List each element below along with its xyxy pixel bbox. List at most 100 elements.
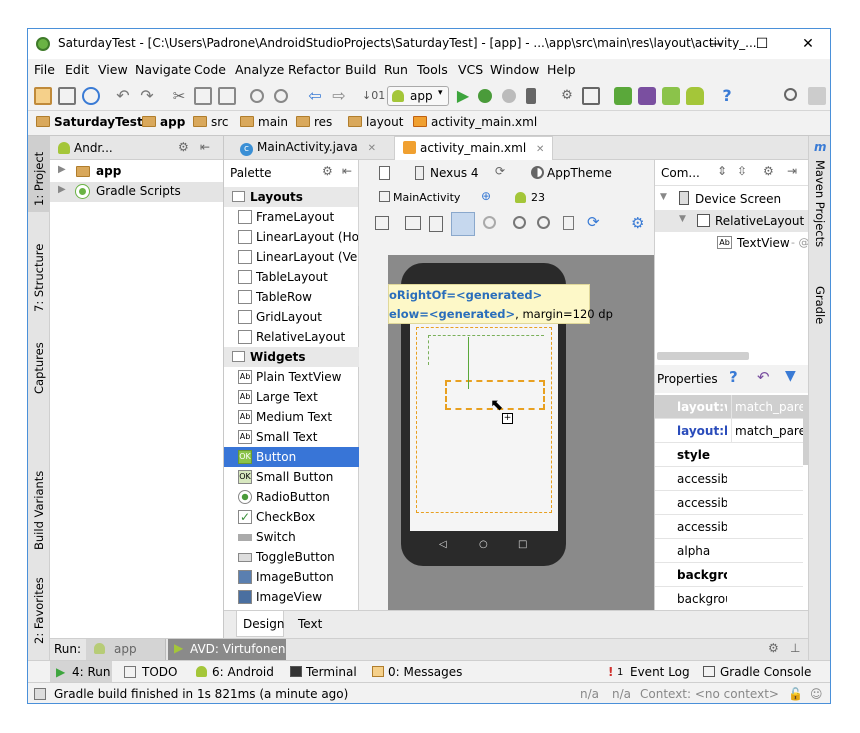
- palette-item-selected[interactable]: OK Button: [224, 447, 359, 467]
- palette-section-widgets[interactable]: Widgets: [224, 347, 359, 367]
- breadcrumb-layout[interactable]: layout: [348, 115, 403, 129]
- collapse-icon[interactable]: ⇤: [342, 164, 352, 178]
- run-tool-label[interactable]: 4: Run: [72, 665, 111, 679]
- gradle-console-label[interactable]: Gradle Console: [720, 665, 811, 679]
- component-tree-scrollbar[interactable]: [657, 352, 749, 360]
- property-row[interactable]: accessibil: [655, 491, 803, 515]
- hide-icon[interactable]: ⊥: [790, 641, 800, 655]
- sdk-manager-icon[interactable]: [582, 87, 600, 105]
- palette-item[interactable]: GridLayout: [224, 307, 359, 327]
- palette-item[interactable]: Switch: [224, 527, 359, 547]
- fill-width-icon[interactable]: [405, 216, 421, 230]
- settings-icon[interactable]: ⚙: [322, 164, 333, 178]
- expand-arrow-icon[interactable]: ▶: [58, 184, 66, 195]
- palette-item[interactable]: TableRow: [224, 287, 359, 307]
- menu-window[interactable]: Window: [490, 62, 539, 77]
- messages-label[interactable]: 0: Messages: [388, 665, 462, 679]
- palette-section-layouts[interactable]: Layouts: [224, 187, 359, 207]
- tool-window-captures-label[interactable]: Captures: [32, 342, 46, 394]
- expand-all-icon[interactable]: ⇕: [717, 164, 727, 178]
- palette-item[interactable]: Ab Small Text: [224, 427, 359, 447]
- menu-tools[interactable]: Tools: [417, 62, 448, 77]
- device-selector[interactable]: Nexus 4: [430, 166, 479, 180]
- palette-item[interactable]: ImageView: [224, 587, 359, 607]
- toggle-tool-windows-icon[interactable]: [34, 688, 46, 700]
- menu-file[interactable]: File: [34, 62, 55, 77]
- android-monitor-icon[interactable]: [686, 87, 704, 105]
- collapse-all-icon[interactable]: ⇳: [737, 164, 747, 178]
- close-button[interactable]: ✕: [785, 29, 830, 59]
- palette-item[interactable]: LinearLayout (Vertic: [224, 247, 359, 267]
- refresh-icon[interactable]: ⟳: [587, 213, 600, 231]
- locale-globe-icon[interactable]: ⊕: [481, 189, 491, 203]
- tool-window-build-variants-label[interactable]: Build Variants: [32, 471, 46, 550]
- open-folder-icon[interactable]: [34, 87, 52, 105]
- tab-mainactivity-java[interactable]: c MainActivity.java ✕: [232, 136, 384, 160]
- phone-screen[interactable]: ⬉ +: [410, 321, 558, 531]
- hide-icon[interactable]: ⇥: [787, 164, 797, 178]
- user-icon[interactable]: [808, 87, 826, 105]
- menu-run[interactable]: Run: [384, 62, 408, 77]
- palette-item[interactable]: ToggleButton: [224, 547, 359, 567]
- property-row[interactable]: accessibil: [655, 467, 803, 491]
- properties-scrollbar[interactable]: [803, 395, 809, 465]
- tree-item-textview[interactable]: Ab TextView - @s: [655, 232, 808, 254]
- tab-design[interactable]: Design: [236, 611, 284, 637]
- project-tree-item-app[interactable]: ▶ app: [50, 162, 223, 182]
- undo-icon[interactable]: ↶: [114, 87, 132, 105]
- breadcrumb-main[interactable]: main: [240, 115, 288, 129]
- terminal-label[interactable]: Terminal: [306, 665, 357, 679]
- run-tab-avd[interactable]: ▶ AVD: Virtufonen: [168, 639, 286, 660]
- find-icon[interactable]: [250, 89, 264, 103]
- settings-icon[interactable]: ⚙: [768, 641, 779, 655]
- tree-item-device-screen[interactable]: ▼ Device Screen: [655, 188, 808, 210]
- run-icon[interactable]: ▶: [454, 87, 472, 105]
- property-row[interactable]: layout:he match_paren: [655, 419, 803, 443]
- settings-icon[interactable]: ⚙: [763, 164, 774, 178]
- redo-icon[interactable]: ↷: [138, 87, 156, 105]
- minimize-button[interactable]: —: [693, 29, 739, 59]
- menu-vcs[interactable]: VCS: [458, 62, 483, 77]
- event-log-label[interactable]: Event Log: [630, 665, 690, 679]
- maximize-button[interactable]: ☐: [739, 29, 785, 59]
- replace-icon[interactable]: [274, 89, 288, 103]
- palette-item[interactable]: Ab Plain TextView: [224, 367, 359, 387]
- menu-edit[interactable]: Edit: [65, 62, 89, 77]
- property-row[interactable]: layout:wi match_paren: [655, 395, 803, 419]
- tree-item-relative-layout[interactable]: ▼ RelativeLayout: [655, 210, 808, 232]
- settings-icon[interactable]: ⚙: [178, 140, 189, 154]
- breadcrumb-app[interactable]: app: [142, 115, 185, 129]
- copy-icon[interactable]: [194, 87, 212, 105]
- todo-label[interactable]: TODO: [142, 665, 177, 679]
- menu-build[interactable]: Build: [345, 62, 376, 77]
- restore-default-icon[interactable]: ↶: [757, 368, 770, 386]
- sync-icon[interactable]: [82, 87, 100, 105]
- tool-window-gradle-label[interactable]: Gradle: [813, 286, 827, 324]
- tool-window-structure-label[interactable]: 7: Structure: [32, 244, 46, 312]
- filter-icon[interactable]: ▼: [785, 368, 796, 384]
- run-config-select[interactable]: app ▾: [387, 86, 449, 106]
- menu-help[interactable]: Help: [547, 62, 576, 77]
- zoom-to-fit-icon[interactable]: [375, 216, 389, 230]
- project-view-selector[interactable]: Andr...: [74, 141, 113, 155]
- toggle-selection-icon[interactable]: [451, 212, 475, 236]
- forward-icon[interactable]: ⇨: [330, 87, 348, 105]
- menu-code[interactable]: Code: [194, 62, 226, 77]
- theme-selector[interactable]: AppTheme: [547, 166, 612, 180]
- inspector-icon[interactable]: ☺: [810, 687, 823, 701]
- palette-item[interactable]: RelativeLayout: [224, 327, 359, 347]
- rotate-icon[interactable]: ⟳: [495, 164, 505, 178]
- settings-icon[interactable]: ⚙: [631, 214, 644, 232]
- help-icon[interactable]: ?: [729, 368, 738, 386]
- zoom-out-icon[interactable]: [537, 216, 550, 229]
- breadcrumb-res[interactable]: res: [296, 115, 332, 129]
- property-row[interactable]: style: [655, 443, 803, 467]
- android-tool-label[interactable]: 6: Android: [212, 665, 274, 679]
- design-canvas[interactable]: ⬉ + ◁ ○ □ oRightOf=<generated> elow=<gen…: [388, 255, 654, 610]
- activity-selector[interactable]: MainActivity: [393, 191, 460, 204]
- palette-item[interactable]: ✓ CheckBox: [224, 507, 359, 527]
- search-everywhere-icon[interactable]: [784, 88, 797, 101]
- screenshot-icon[interactable]: [563, 216, 574, 230]
- palette-item[interactable]: LinearLayout (Horiz: [224, 227, 359, 247]
- sdk-icon[interactable]: [662, 87, 680, 105]
